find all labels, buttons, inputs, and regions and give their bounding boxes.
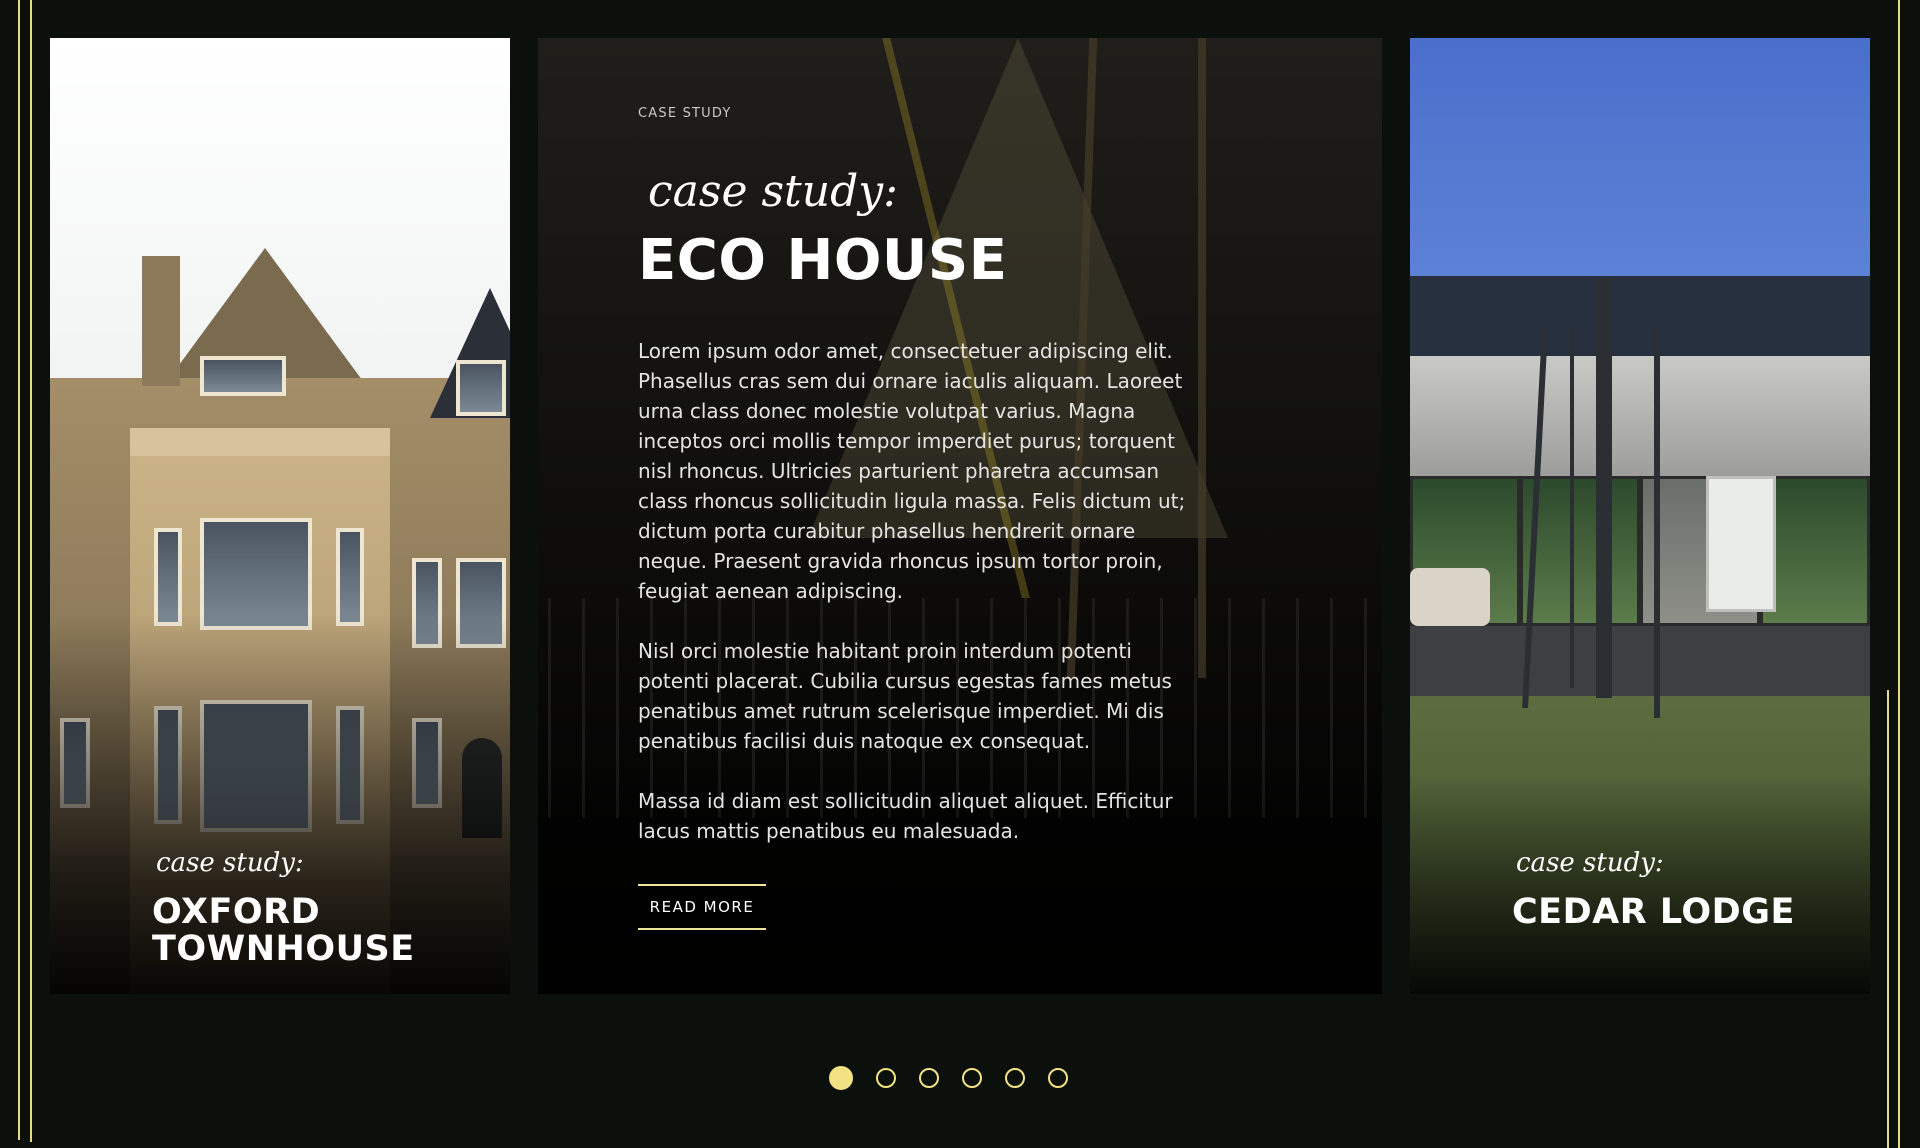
- carousel-pagination: [829, 1066, 1068, 1090]
- eco-house-paragraph-2: Nisl orci molestie habitant proin interd…: [638, 639, 1172, 753]
- frame-line-left-inner: [30, 0, 32, 1142]
- cedar-case-study-script: case study:: [1516, 848, 1664, 878]
- pagination-dot-2[interactable]: [876, 1068, 896, 1088]
- pagination-dot-3[interactable]: [919, 1068, 939, 1088]
- frame-line-right-outer: [1898, 0, 1900, 1148]
- read-more-button[interactable]: READ MORE: [638, 884, 766, 930]
- case-study-card-cedar-lodge[interactable]: case study: CEDAR LODGE: [1410, 38, 1870, 994]
- frame-line-left-outer: [18, 0, 20, 1140]
- oxford-case-study-script: case study:: [156, 848, 304, 878]
- eco-house-paragraph-1: Lorem ipsum odor amet, consectetuer adip…: [638, 339, 1186, 603]
- eco-house-paragraph-3: Massa id diam est sollicitudin aliquet a…: [638, 789, 1173, 843]
- pagination-dot-4[interactable]: [962, 1068, 982, 1088]
- pagination-dot-6[interactable]: [1048, 1068, 1068, 1088]
- pagination-dot-1[interactable]: [829, 1066, 853, 1090]
- eco-house-eyebrow: CASE STUDY: [638, 106, 732, 121]
- oxford-title-line2: TOWNHOUSE: [152, 929, 415, 969]
- pagination-dot-5[interactable]: [1005, 1068, 1025, 1088]
- eco-house-title: ECO HOUSE: [638, 228, 1008, 293]
- frame-line-right-inner: [1887, 690, 1889, 1148]
- cedar-lodge-title: CEDAR LODGE: [1512, 892, 1795, 932]
- oxford-title-line1: OXFORD: [152, 892, 321, 932]
- case-study-card-oxford-townhouse[interactable]: case study: OXFORD TOWNHOUSE: [50, 38, 510, 994]
- oxford-townhouse-title: OXFORD TOWNHOUSE: [152, 894, 415, 968]
- eco-house-case-study-script: case study:: [648, 166, 898, 217]
- case-study-card-eco-house: CASE STUDY case study: ECO HOUSE Lorem i…: [538, 38, 1382, 994]
